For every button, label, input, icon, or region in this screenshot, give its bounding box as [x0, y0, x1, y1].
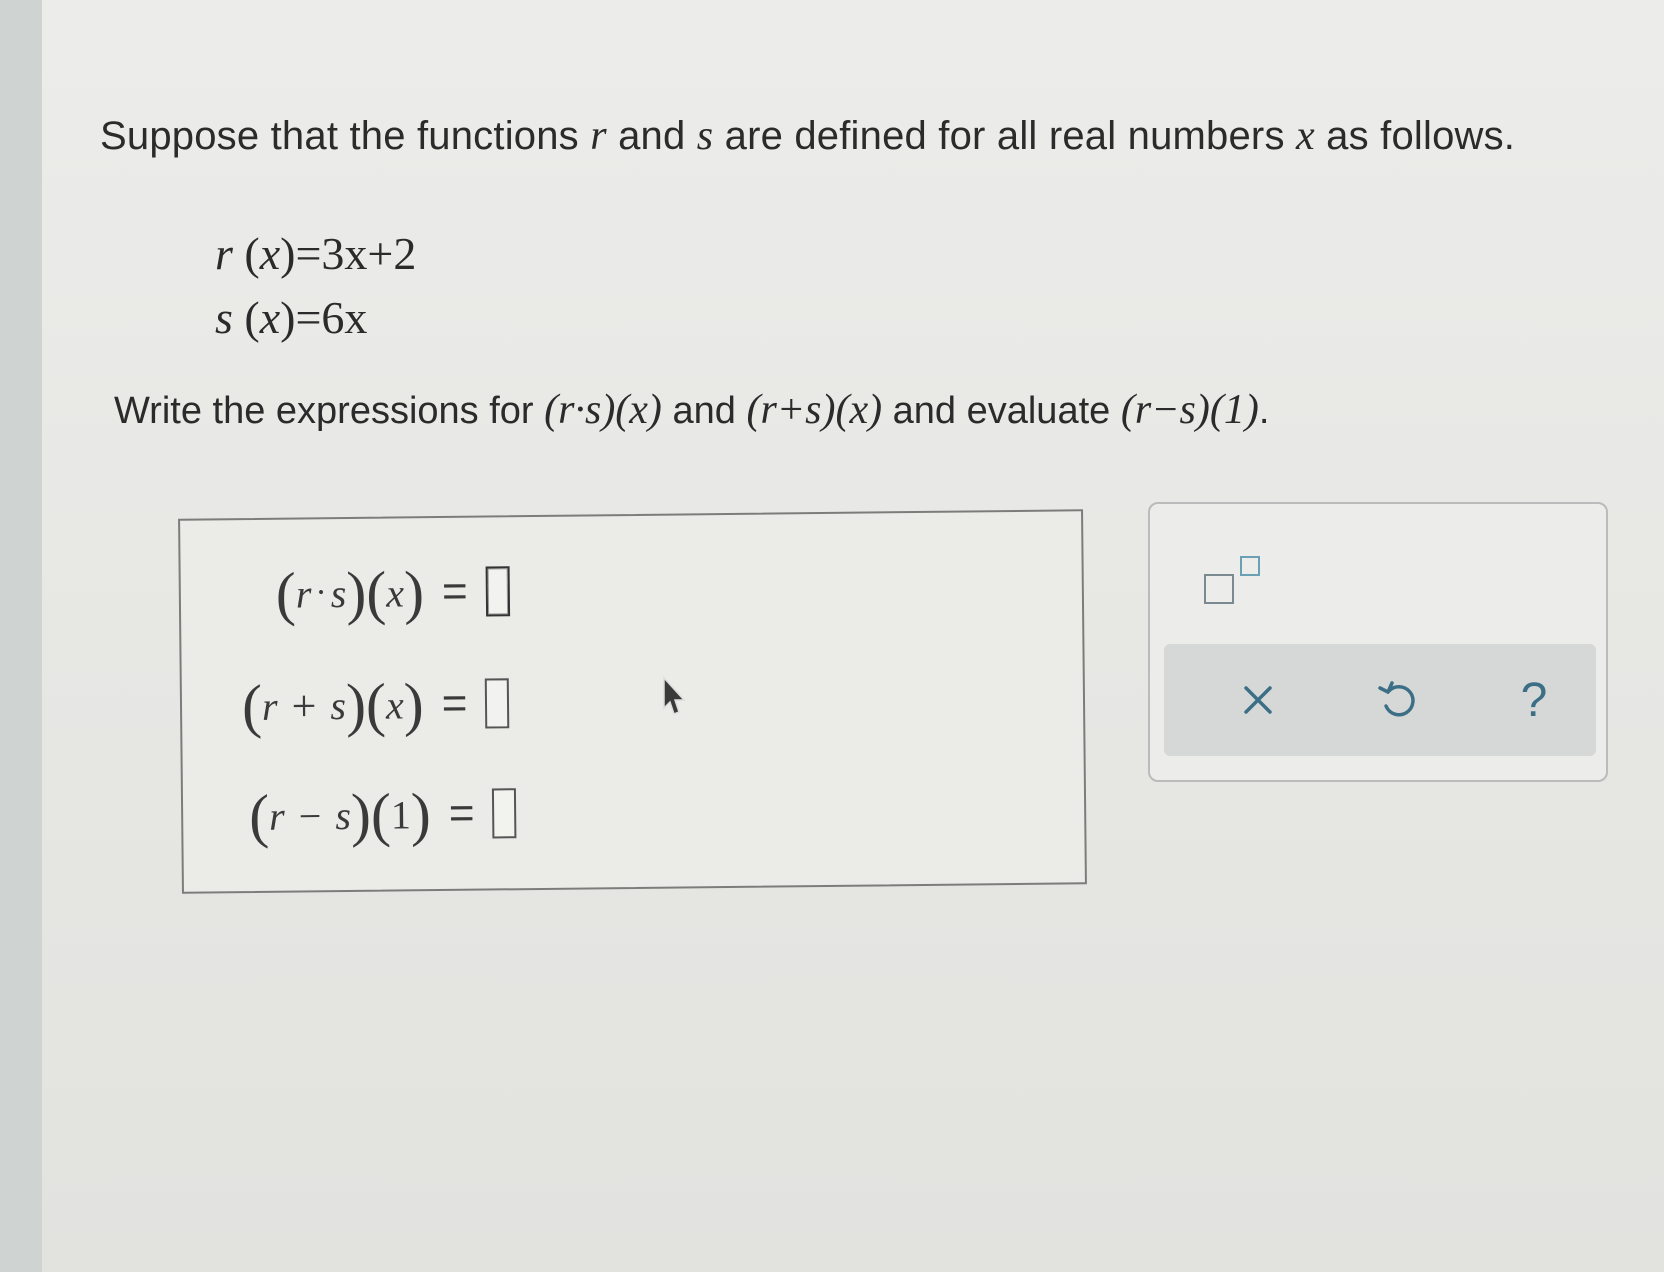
answer-input-sum[interactable] — [485, 678, 510, 729]
math-tool-panel: ? — [1148, 502, 1608, 782]
answer-row-sum: ( r + s )( x ) = — [242, 663, 510, 746]
var-s: s — [696, 113, 714, 159]
definition-r: r (x)=3x+2 — [215, 228, 417, 279]
task-expr-difference: (r−s)(1) — [1120, 387, 1259, 433]
var-r: r — [590, 113, 607, 159]
close-icon[interactable] — [1228, 670, 1288, 730]
answer-input-difference[interactable] — [492, 788, 517, 839]
var-x: x — [1296, 113, 1315, 159]
function-definitions: r (x)=3x+2 s (x)=6x — [215, 222, 416, 350]
task-expr-product: (r·s)(x) — [544, 387, 662, 433]
action-bar: ? — [1164, 644, 1596, 756]
definition-s: s (x)=6x — [215, 292, 368, 343]
answer-input-product[interactable] — [485, 566, 510, 617]
task-expr-sum: (r+s)(x) — [746, 387, 883, 433]
undo-icon[interactable] — [1368, 670, 1428, 730]
task-instruction: Write the expressions for (r·s)(x) and (… — [114, 387, 1270, 433]
answer-row-product: ( r · s )( x ) = — [275, 551, 510, 633]
superscript-template-icon[interactable] — [1200, 554, 1270, 610]
help-button[interactable]: ? — [1504, 670, 1564, 730]
problem-statement: Suppose that the functions r and s are d… — [100, 113, 1516, 159]
mouse-pointer-icon — [663, 676, 686, 715]
background-edge — [0, 0, 42, 1272]
answer-area: ( r · s )( x ) = ( r + s )( x ) = ( r − … — [178, 509, 1087, 894]
answer-row-difference: ( r − s )( 1 ) = — [249, 773, 517, 856]
